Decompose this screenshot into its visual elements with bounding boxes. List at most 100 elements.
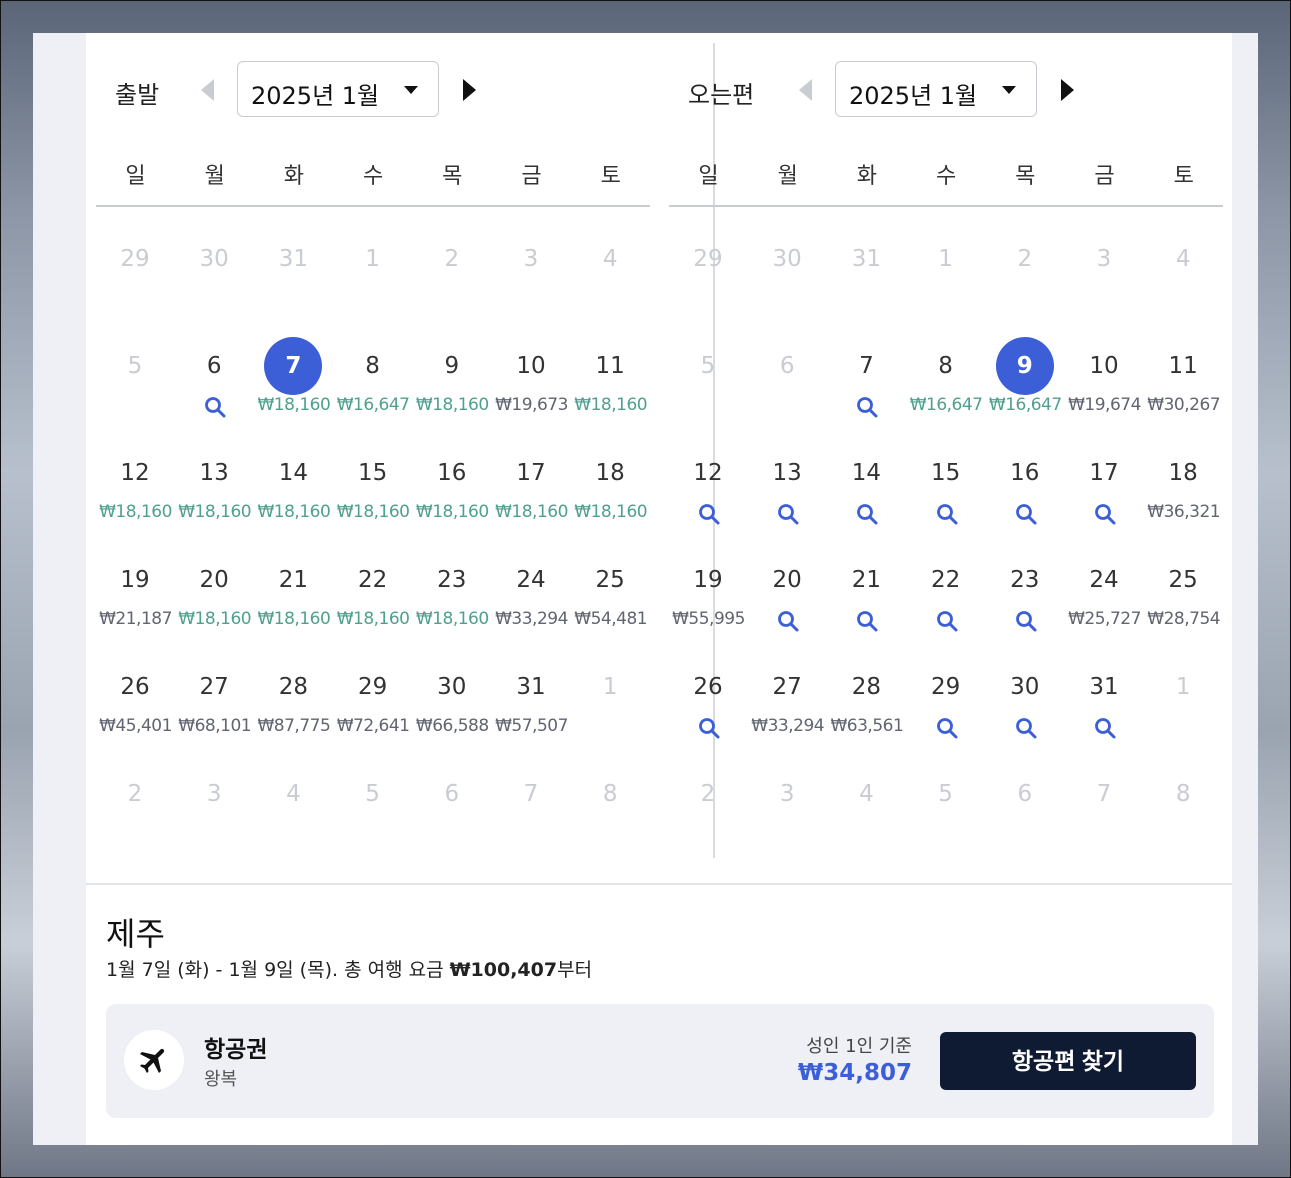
search-icon[interactable] — [1093, 716, 1117, 740]
day-number: 26 — [693, 674, 723, 700]
departure-month-select[interactable]: 2025년 1월 — [237, 61, 439, 117]
day-number: 11 — [1168, 353, 1198, 379]
day-cell[interactable]: 10 ₩19,674 — [1065, 337, 1144, 437]
day-cell[interactable]: 14 ₩18,160 — [254, 444, 333, 544]
day-number: 18 — [1168, 460, 1198, 486]
day-cell[interactable]: 24 ₩33,294 — [492, 551, 571, 651]
day-cell[interactable]: 27 ₩68,101 — [175, 658, 254, 758]
day-number: 22 — [930, 567, 961, 593]
day-cell[interactable]: 18 ₩18,160 — [571, 444, 650, 544]
day-cell[interactable]: 16 — [986, 444, 1065, 544]
day-cell[interactable]: 19 ₩55,995 — [669, 551, 748, 651]
return-month-select[interactable]: 2025년 1월 — [835, 61, 1037, 117]
day-cell[interactable]: 31 ₩57,507 — [492, 658, 571, 758]
search-icon[interactable] — [855, 609, 879, 633]
search-icon[interactable] — [776, 609, 800, 633]
search-icon[interactable] — [935, 609, 959, 633]
day-number: 12 — [120, 460, 150, 486]
day-cell[interactable]: 31 — [1065, 658, 1144, 758]
day-number: 5 — [127, 353, 143, 379]
day-cell[interactable]: 17 — [1065, 444, 1144, 544]
day-number: 20 — [772, 567, 802, 593]
day-cell-selected[interactable]: 7 ₩18,160 — [254, 337, 333, 437]
chevron-down-icon — [404, 86, 418, 94]
departure-label: 출발 — [115, 81, 160, 109]
day-cell[interactable]: 13 — [748, 444, 827, 544]
chevron-down-icon — [1002, 86, 1016, 94]
day-cell: 1 — [571, 658, 650, 758]
search-icon[interactable] — [1093, 502, 1117, 526]
search-icon[interactable] — [776, 502, 800, 526]
day-cell[interactable]: 11 ₩18,160 — [571, 337, 650, 437]
day-cell[interactable]: 17 ₩18,160 — [492, 444, 571, 544]
day-cell[interactable]: 29 — [907, 658, 986, 758]
day-cell: 7 — [1065, 765, 1144, 865]
day-cell[interactable]: 22 ₩18,160 — [334, 551, 413, 651]
return-prev-month-button[interactable] — [793, 75, 817, 103]
day-number: 29 — [930, 674, 961, 700]
day-cell[interactable]: 30 — [986, 658, 1065, 758]
day-cell[interactable]: 6 — [175, 337, 254, 437]
day-cell[interactable]: 21 — [827, 551, 906, 651]
day-cell[interactable]: 28 ₩87,775 — [254, 658, 333, 758]
day-cell[interactable]: 25 ₩28,754 — [1144, 551, 1223, 651]
day-cell[interactable]: 23 ₩18,160 — [413, 551, 492, 651]
day-cell[interactable]: 13 ₩18,160 — [175, 444, 254, 544]
day-price: ₩18,160 — [574, 395, 648, 415]
day-cell[interactable]: 7 — [827, 337, 906, 437]
search-icon[interactable] — [697, 502, 721, 526]
day-cell[interactable]: 8 ₩16,647 — [907, 337, 986, 437]
day-cell[interactable]: 12 ₩18,160 — [96, 444, 175, 544]
search-icon[interactable] — [935, 502, 959, 526]
day-number: 5 — [365, 781, 380, 807]
flight-card: 항공권 왕복 성인 1인 기준 ₩34,807 항공편 찾기 — [106, 1004, 1214, 1118]
day-number: 16 — [437, 460, 467, 486]
search-icon[interactable] — [1014, 609, 1038, 633]
day-cell[interactable]: 14 — [827, 444, 906, 544]
day-cell[interactable]: 26 ₩45,401 — [96, 658, 175, 758]
day-cell[interactable]: 10 ₩19,673 — [492, 337, 571, 437]
day-cell[interactable]: 28 ₩63,561 — [827, 658, 906, 758]
day-price: ₩55,995 — [672, 609, 745, 629]
day-price: ₩18,160 — [178, 609, 252, 629]
day-cell[interactable]: 27 ₩33,294 — [748, 658, 827, 758]
day-number: 7 — [859, 353, 874, 379]
day-cell[interactable]: 12 — [669, 444, 748, 544]
day-cell[interactable]: 11 ₩30,267 — [1144, 337, 1223, 437]
find-flights-button[interactable]: 항공편 찾기 — [940, 1032, 1196, 1090]
day-cell[interactable]: 26 — [669, 658, 748, 758]
day-cell[interactable]: 15 — [907, 444, 986, 544]
day-cell-selected[interactable]: 9 ₩16,647 — [986, 337, 1065, 437]
day-cell[interactable]: 23 — [986, 551, 1065, 651]
day-cell[interactable]: 25 ₩54,481 — [571, 551, 650, 651]
flight-card-subtitle: 왕복 — [204, 1069, 238, 1090]
day-cell[interactable]: 18 ₩36,321 — [1144, 444, 1223, 544]
day-cell[interactable]: 15 ₩18,160 — [334, 444, 413, 544]
flight-price: ₩34,807 — [797, 1060, 912, 1086]
day-cell[interactable]: 21 ₩18,160 — [254, 551, 333, 651]
search-icon[interactable] — [203, 395, 227, 419]
day-cell[interactable]: 24 ₩25,727 — [1065, 551, 1144, 651]
search-icon[interactable] — [1014, 502, 1038, 526]
day-cell[interactable]: 16 ₩18,160 — [413, 444, 492, 544]
search-icon[interactable] — [855, 502, 879, 526]
day-cell[interactable]: 29 ₩72,641 — [334, 658, 413, 758]
day-cell: 6 — [748, 337, 827, 437]
day-cell[interactable]: 19 ₩21,187 — [96, 551, 175, 651]
search-icon[interactable] — [855, 395, 879, 419]
day-cell[interactable]: 30 ₩66,588 — [413, 658, 492, 758]
day-number: 8 — [1175, 781, 1191, 807]
departure-next-month-button[interactable] — [457, 75, 481, 103]
day-cell[interactable]: 22 — [907, 551, 986, 651]
departure-prev-month-button[interactable] — [195, 75, 219, 103]
day-cell[interactable]: 20 ₩18,160 — [175, 551, 254, 651]
return-next-month-button[interactable] — [1055, 75, 1079, 103]
search-icon[interactable] — [1014, 716, 1038, 740]
weekday-label: 일 — [698, 164, 719, 189]
day-cell[interactable]: 20 — [748, 551, 827, 651]
search-icon[interactable] — [935, 716, 959, 740]
day-cell[interactable]: 9 ₩18,160 — [413, 337, 492, 437]
search-icon[interactable] — [697, 716, 721, 740]
day-number: 5 — [938, 781, 953, 807]
day-cell[interactable]: 8 ₩16,647 — [334, 337, 413, 437]
